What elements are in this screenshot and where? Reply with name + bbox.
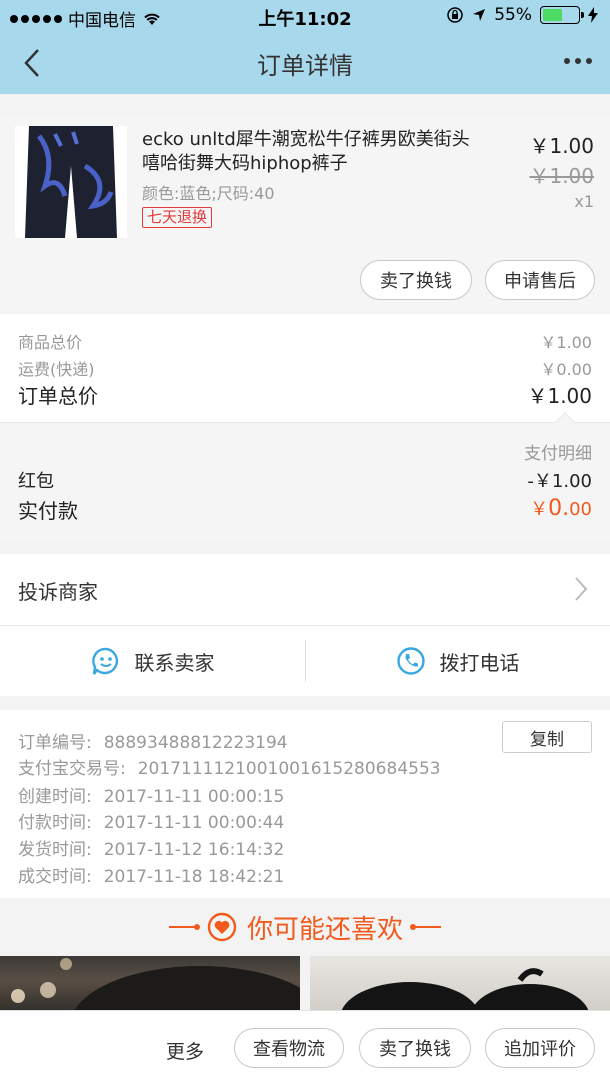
deal-time-value: 2017-11-18 18:42:21 [103,867,285,887]
complain-merchant-label: 投诉商家 [18,580,98,604]
location-icon [473,9,486,21]
chat-bubble-icon [91,647,118,675]
contact-bar: 联系卖家 拨打电话 [0,626,610,696]
order-total-label: 订单总价 [18,384,98,408]
goods-total-label: 商品总价 [18,333,83,352]
heart-icon [207,912,237,942]
shipped-time-line: 发货时间: 2017-11-12 16:14:32 [18,835,284,860]
recommend-photo-1 [11,958,300,1016]
product-card[interactable]: ecko unltd犀牛潮宽松牛仔裤男欧美街头嘻哈街舞大码hiphop裤子 颜色… [0,118,610,312]
dash-decoration [168,924,200,930]
order-total-value: ￥1.00 [527,384,592,408]
shipped-time-label: 发货时间: [18,840,92,860]
alipay-trade-line: 支付宝交易号: 2017111121001001615280684553 [18,754,441,779]
paid-label: 实付款 [18,499,78,523]
dash-decoration [410,924,441,930]
created-time-line: 创建时间: 2017-11-11 00:00:15 [18,782,284,807]
paid-row: 实付款 ￥0.00 [18,495,592,524]
sell-for-cash-bottom-button[interactable]: 卖了换钱 [359,1028,471,1068]
paid-time-line: 付款时间: 2017-11-11 00:00:44 [18,808,284,833]
product-image[interactable] [15,126,127,238]
recommend-item-image[interactable] [310,956,610,1016]
shipping-label: 运费(快递) [18,360,95,379]
order-info: 订单编号: 88893488812223194 支付宝交易号: 2017111121… [0,710,610,898]
phone-icon [396,647,425,675]
payment-detail-link[interactable]: 支付明细 [524,439,592,464]
sell-for-cash-button[interactable]: 卖了换钱 [360,260,472,300]
copy-order-number-button[interactable]: 复制 [502,721,592,753]
red-packet-row: 红包 -￥1.00 [18,467,592,493]
order-number-label: 订单编号: [18,733,92,753]
battery-icon [540,6,584,24]
add-review-button[interactable]: 追加评价 [485,1028,595,1068]
product-quantity: x1 [574,192,594,211]
more-actions-link[interactable]: 更多 [166,1037,204,1064]
paid-int: 0. [548,496,570,521]
battery-percent: 55% [494,5,532,25]
call-phone-button[interactable]: 拨打电话 [305,626,610,696]
recommend-header: 你可能还喜欢 [0,898,610,956]
summary-row-goods: 商品总价 ￥1.00 [18,329,592,353]
red-packet-value: -￥1.00 [527,471,592,492]
shipped-time-value: 2017-11-12 16:14:32 [103,840,285,860]
recommend-item-image[interactable] [0,956,300,1016]
summary-row-total: 订单总价 ￥1.00 [18,380,592,409]
call-phone-label: 拨打电话 [439,650,520,675]
price-summary: 商品总价 ￥1.00 运费(快递) ￥0.00 订单总价 ￥1.00 [0,314,610,422]
product-name[interactable]: ecko unltd犀牛潮宽松牛仔裤男欧美街头嘻哈街舞大码hiphop裤子 [142,128,482,176]
paid-time-value: 2017-11-11 00:00:44 [103,813,285,833]
shipping-value: ￥0.00 [540,360,592,379]
recommend-grid [0,956,610,1016]
paid-value: ￥0.00 [530,495,592,524]
recommend-title: 你可能还喜欢 [246,914,403,945]
product-original-price: ￥1.00 [529,164,594,188]
alipay-trade-label: 支付宝交易号: [18,759,126,779]
order-number-value: 88893488812223194 [103,733,288,753]
paid-currency: ￥ [530,499,549,520]
product-price: ￥1.00 [529,134,594,158]
deal-time-label: 成交时间: [18,867,92,887]
page-title: 订单详情 [257,52,353,80]
status-right: 55% [446,5,598,25]
more-options-icon[interactable] [564,58,592,64]
alipay-trade-value: 2017111121001001615280684553 [137,759,441,779]
summary-row-shipping: 运费(快递) ￥0.00 [18,356,592,380]
complain-merchant-row[interactable]: 投诉商家 [0,554,610,626]
payment-detail: 支付明细 红包 -￥1.00 实付款 ￥0.00 [0,412,610,542]
chevron-right-icon [575,577,588,601]
created-time-label: 创建时间: [18,787,92,807]
goods-total-value: ￥1.00 [540,333,592,352]
deal-time-line: 成交时间: 2017-11-18 18:42:21 [18,862,284,887]
jeans-image [15,126,127,238]
apply-after-sales-button[interactable]: 申请售后 [485,260,595,300]
status-bar: 中国电信 上午11:02 55% [0,0,610,32]
created-time-value: 2017-11-11 00:00:15 [103,787,285,807]
bottom-action-bar: 更多 查看物流 卖了换钱 追加评价 [0,1010,610,1084]
contact-seller-label: 联系卖家 [134,650,215,675]
product-spec: 颜色:蓝色;尺码:40 [142,184,275,203]
red-packet-label: 红包 [18,471,54,492]
order-number-line: 订单编号: 88893488812223194 [18,728,288,753]
return-policy-badge: 七天退换 [142,207,213,228]
paid-dec: 00 [569,499,592,520]
view-logistics-button[interactable]: 查看物流 [234,1028,344,1068]
nav-bar: 订单详情 [0,32,610,94]
rotation-lock-icon [447,7,463,23]
charging-icon [588,7,598,23]
paid-time-label: 付款时间: [18,813,92,833]
contact-seller-button[interactable]: 联系卖家 [0,626,305,696]
recommend-photo-2 [340,968,590,1016]
